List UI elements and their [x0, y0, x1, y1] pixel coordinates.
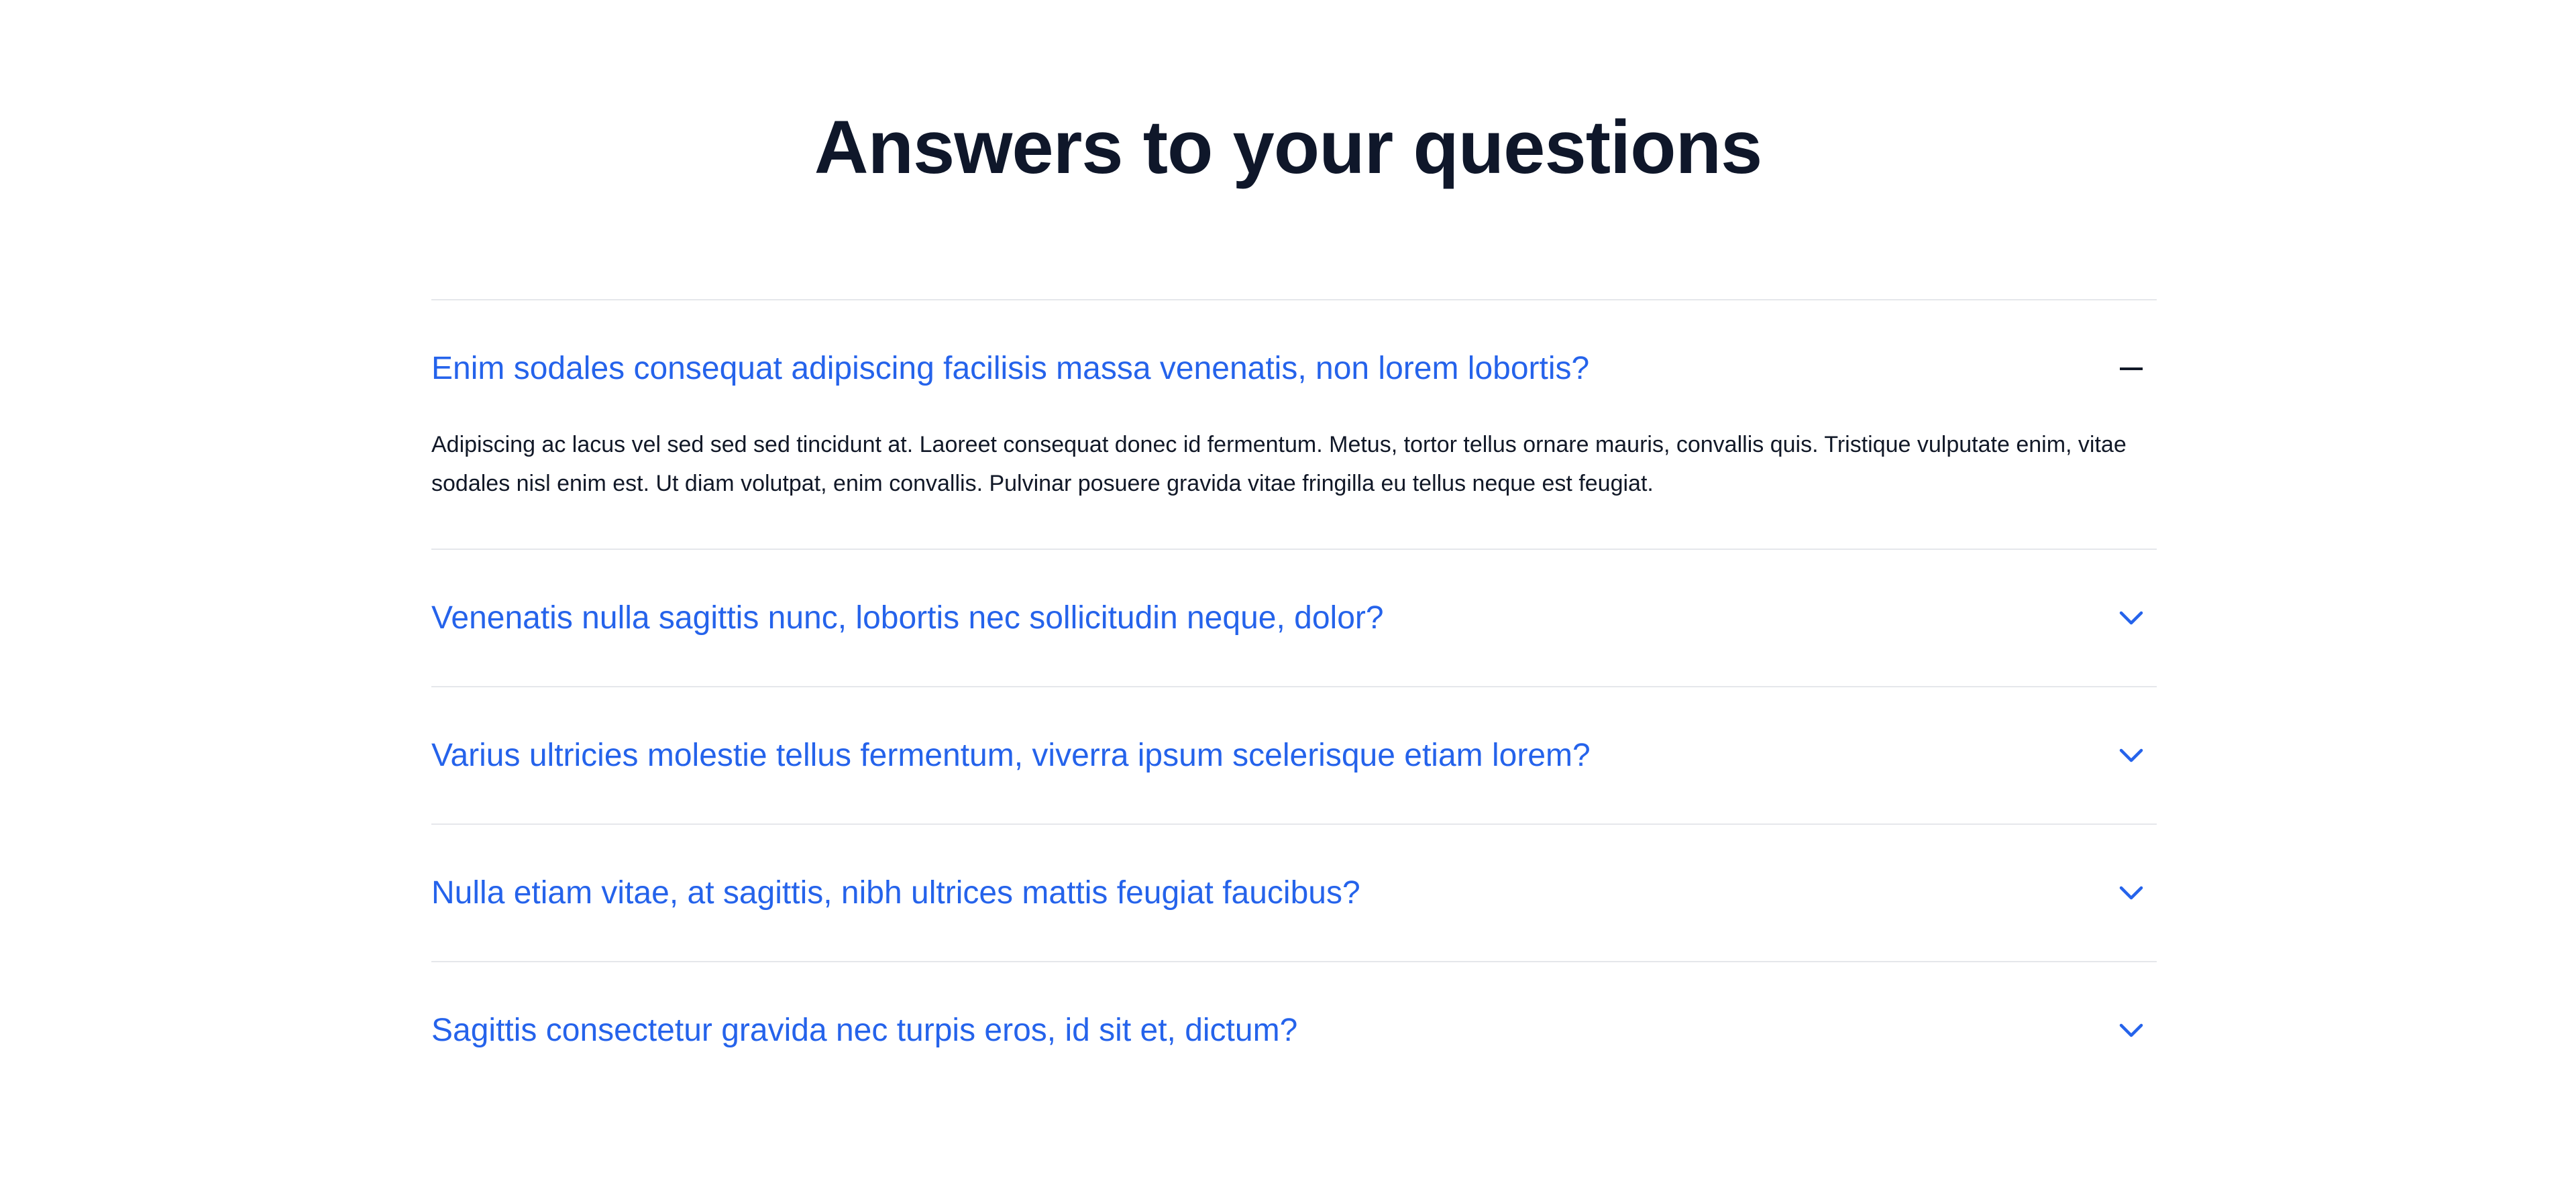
faq-question-3: Varius ultricies molestie tellus ferment…	[431, 737, 1591, 773]
faq-question-button-5[interactable]: Sagittis consectetur gravida nec turpis …	[431, 962, 2157, 1098]
faq-item-4: Nulla etiam vitae, at sagittis, nibh ult…	[431, 825, 2157, 962]
faq-page: Answers to your questions Enim sodales c…	[0, 0, 2576, 1199]
faq-item-2: Venenatis nulla sagittis nunc, lobortis …	[431, 550, 2157, 687]
faq-question-button-1[interactable]: Enim sodales consequat adipiscing facili…	[431, 300, 2157, 437]
faq-item-1: Enim sodales consequat adipiscing facili…	[431, 300, 2157, 550]
chevron-down-icon[interactable]	[2111, 736, 2151, 776]
chevron-down-icon[interactable]	[2111, 1011, 2151, 1051]
chevron-down-icon[interactable]	[2111, 873, 2151, 913]
faq-question-1: Enim sodales consequat adipiscing facili…	[431, 351, 1590, 386]
faq-question-button-2[interactable]: Venenatis nulla sagittis nunc, lobortis …	[431, 550, 2157, 686]
page-title: Answers to your questions	[814, 105, 1763, 189]
faq-accordion: Enim sodales consequat adipiscing facili…	[431, 299, 2157, 1098]
faq-question-5: Sagittis consectetur gravida nec turpis …	[431, 1012, 1298, 1048]
faq-question-button-4[interactable]: Nulla etiam vitae, at sagittis, nibh ult…	[431, 825, 2157, 961]
faq-question-4: Nulla etiam vitae, at sagittis, nibh ult…	[431, 874, 1360, 911]
minus-icon[interactable]	[2111, 349, 2151, 389]
chevron-down-icon[interactable]	[2111, 598, 2151, 638]
faq-question-2: Venenatis nulla sagittis nunc, lobortis …	[431, 600, 1384, 636]
faq-item-3: Varius ultricies molestie tellus ferment…	[431, 687, 2157, 825]
faq-answer-1: Adipiscing ac lacus vel sed sed sed tinc…	[431, 432, 2127, 496]
faq-item-5: Sagittis consectetur gravida nec turpis …	[431, 962, 2157, 1098]
faq-question-button-3[interactable]: Varius ultricies molestie tellus ferment…	[431, 687, 2157, 823]
